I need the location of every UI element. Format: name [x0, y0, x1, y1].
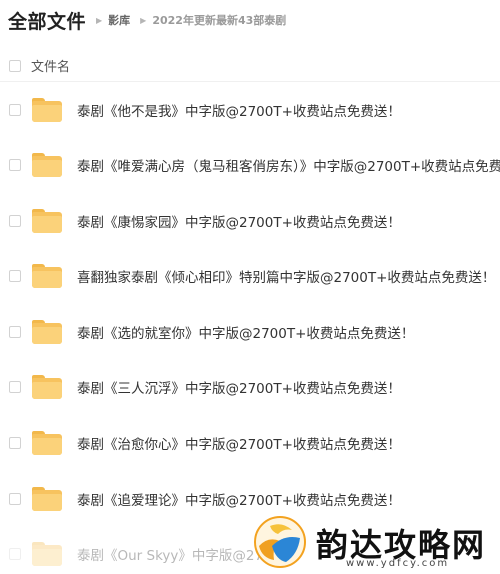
file-name[interactable]: 泰剧《康惕家园》中字版@2700T+收费站点免费送！ [77, 211, 401, 231]
row-checkbox[interactable] [9, 381, 21, 393]
folder-icon [32, 153, 62, 177]
file-row[interactable]: 泰剧《治愈你心》中字版@2700T+收费站点免费送！ [0, 415, 500, 471]
site-watermark: 韵达攻略网 www.ydfcy.com [246, 512, 500, 574]
file-row[interactable]: 泰剧《选的就室你》中字版@2700T+收费站点免费送！ [0, 304, 500, 360]
header: 全部文件 ▶ 影库 ▶ 2022年更新最新43部泰剧 [8, 6, 286, 34]
watermark-logo-icon [254, 516, 306, 568]
file-row[interactable]: 泰剧《三人沉浮》中字版@2700T+收费站点免费送！ [0, 359, 500, 415]
file-name[interactable]: 泰剧《三人沉浮》中字版@2700T+收费站点免费送！ [77, 377, 401, 397]
row-checkbox[interactable] [9, 159, 21, 171]
file-name[interactable]: 泰剧《治愈你心》中字版@2700T+收费站点免费送！ [77, 433, 401, 453]
folder-icon [32, 487, 62, 511]
file-row[interactable]: 泰剧《他不是我》中字版@2700T+收费站点免费送！ [0, 82, 500, 138]
file-name[interactable]: 泰剧《他不是我》中字版@2700T+收费站点免费送！ [77, 100, 401, 120]
file-row[interactable]: 泰剧《康惕家园》中字版@2700T+收费站点免费送！ [0, 193, 500, 249]
row-checkbox[interactable] [9, 548, 21, 560]
folder-icon [32, 542, 62, 566]
row-checkbox[interactable] [9, 326, 21, 338]
breadcrumb-separator-icon: ▶ [140, 15, 147, 25]
row-checkbox[interactable] [9, 270, 21, 282]
row-checkbox[interactable] [9, 215, 21, 227]
folder-icon [32, 209, 62, 233]
page-title: 全部文件 [8, 10, 87, 33]
watermark-url: www.ydfcy.com [346, 558, 450, 569]
folder-icon [32, 98, 62, 122]
folder-icon [32, 264, 62, 288]
row-checkbox[interactable] [9, 493, 21, 505]
folder-icon [32, 375, 62, 399]
breadcrumb-separator-icon: ▶ [96, 15, 103, 25]
column-header-filename[interactable]: 文件名 [31, 56, 70, 75]
file-name[interactable]: 泰剧《唯爱满心房（鬼马租客俏房东）》中字版@2700T+收费站点免费 [77, 155, 500, 175]
file-name[interactable]: 泰剧《Our Skyy》中字版@27 [77, 544, 263, 564]
breadcrumb-item-library[interactable]: 影库 [108, 12, 130, 28]
file-name[interactable]: 泰剧《追爱理论》中字版@2700T+收费站点免费送！ [77, 489, 401, 509]
file-name[interactable]: 喜翻独家泰剧《倾心相印》特别篇中字版@2700T+收费站点免费送！ [77, 266, 495, 286]
file-row[interactable]: 喜翻独家泰剧《倾心相印》特别篇中字版@2700T+收费站点免费送！ [0, 248, 500, 304]
file-name[interactable]: 泰剧《选的就室你》中字版@2700T+收费站点免费送！ [77, 322, 414, 342]
breadcrumb-item-current: 2022年更新最新43部泰剧 [152, 14, 287, 27]
row-checkbox[interactable] [9, 437, 21, 449]
folder-icon [32, 431, 62, 455]
file-row[interactable]: 泰剧《唯爱满心房（鬼马租客俏房东）》中字版@2700T+收费站点免费 [0, 137, 500, 193]
folder-icon [32, 320, 62, 344]
row-checkbox[interactable] [9, 104, 21, 116]
select-all-checkbox[interactable] [9, 59, 21, 72]
file-list-header: 文件名 [0, 50, 500, 82]
